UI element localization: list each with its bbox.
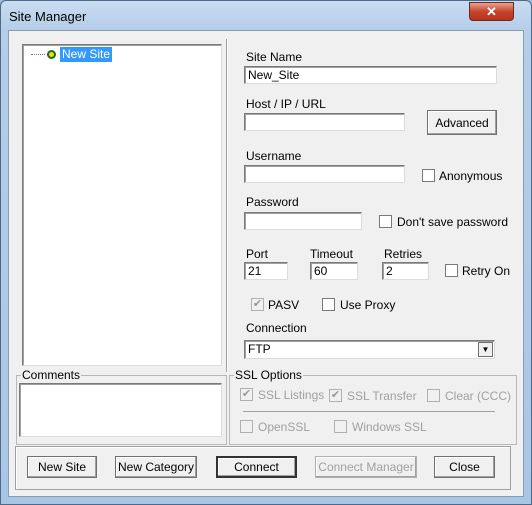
- close-dialog-button[interactable]: Close: [434, 456, 495, 478]
- windows-ssl-label: Windows SSL: [352, 420, 427, 434]
- site-name-input[interactable]: New_Site: [244, 66, 497, 84]
- timeout-input[interactable]: 60: [310, 262, 358, 280]
- password-label: Password: [246, 195, 299, 209]
- host-label: Host / IP / URL: [246, 97, 326, 111]
- dont-save-password-label: Don't save password: [397, 215, 509, 229]
- ssl-listings-checkbox[interactable]: ✔: [240, 388, 253, 401]
- connect-button[interactable]: Connect: [216, 456, 297, 478]
- site-icon: [47, 50, 56, 59]
- connection-select[interactable]: FTP ▼: [244, 340, 495, 359]
- host-input[interactable]: [244, 113, 405, 131]
- clear-ccc-label: Clear (CCC): [445, 389, 511, 403]
- ssl-transfer-label: SSL Transfer: [347, 389, 417, 403]
- site-tree[interactable]: New Site: [22, 44, 222, 366]
- close-button[interactable]: ✕: [469, 2, 514, 21]
- port-input[interactable]: 21: [244, 262, 288, 280]
- new-site-button[interactable]: New Site: [27, 456, 97, 478]
- timeout-label: Timeout: [310, 247, 353, 261]
- username-label: Username: [246, 149, 302, 163]
- connection-value: FTP: [248, 342, 271, 356]
- comments-input[interactable]: [19, 383, 222, 437]
- ssl-listings-label: SSL Listings: [258, 388, 325, 402]
- connection-label: Connection: [246, 321, 307, 335]
- pasv-label: PASV: [268, 298, 300, 312]
- check-icon: ✔: [330, 389, 341, 401]
- comments-label: Comments: [22, 368, 81, 382]
- openssl-label: OpenSSL: [258, 420, 311, 434]
- tree-item-new-site[interactable]: New Site: [60, 47, 113, 62]
- check-icon: ✔: [252, 298, 263, 310]
- window-title: Site Manager: [9, 9, 87, 24]
- site-name-label: Site Name: [246, 50, 303, 64]
- connect-manager-button[interactable]: Connect Manager: [315, 456, 417, 478]
- use-proxy-label: Use Proxy: [340, 298, 396, 312]
- username-input[interactable]: [244, 165, 405, 183]
- dont-save-password-checkbox[interactable]: [379, 215, 392, 228]
- anonymous-checkbox[interactable]: [422, 169, 435, 182]
- tree-line: [31, 54, 45, 55]
- password-input[interactable]: [244, 212, 362, 230]
- retry-on-label: Retry On: [462, 264, 511, 278]
- retries-label: Retries: [384, 247, 423, 261]
- pasv-checkbox[interactable]: ✔: [251, 298, 264, 311]
- ssl-transfer-checkbox[interactable]: ✔: [329, 389, 342, 402]
- openssl-checkbox[interactable]: [240, 420, 253, 433]
- ssl-options-label: SSL Options: [235, 368, 302, 382]
- windows-ssl-checkbox[interactable]: [334, 420, 347, 433]
- retry-on-checkbox[interactable]: [445, 264, 458, 277]
- advanced-button[interactable]: Advanced: [427, 110, 497, 135]
- divider: [226, 39, 227, 372]
- ssl-separator: [243, 411, 495, 412]
- check-icon: ✔: [241, 388, 252, 400]
- close-icon: ✕: [486, 4, 497, 19]
- port-label: Port: [246, 247, 269, 261]
- use-proxy-checkbox[interactable]: [322, 298, 335, 311]
- clear-ccc-checkbox[interactable]: [427, 389, 440, 402]
- retries-input[interactable]: 2: [382, 262, 429, 280]
- new-category-button[interactable]: New Category: [115, 456, 197, 478]
- chevron-down-icon[interactable]: ▼: [478, 342, 493, 357]
- anonymous-label: Anonymous: [439, 169, 503, 183]
